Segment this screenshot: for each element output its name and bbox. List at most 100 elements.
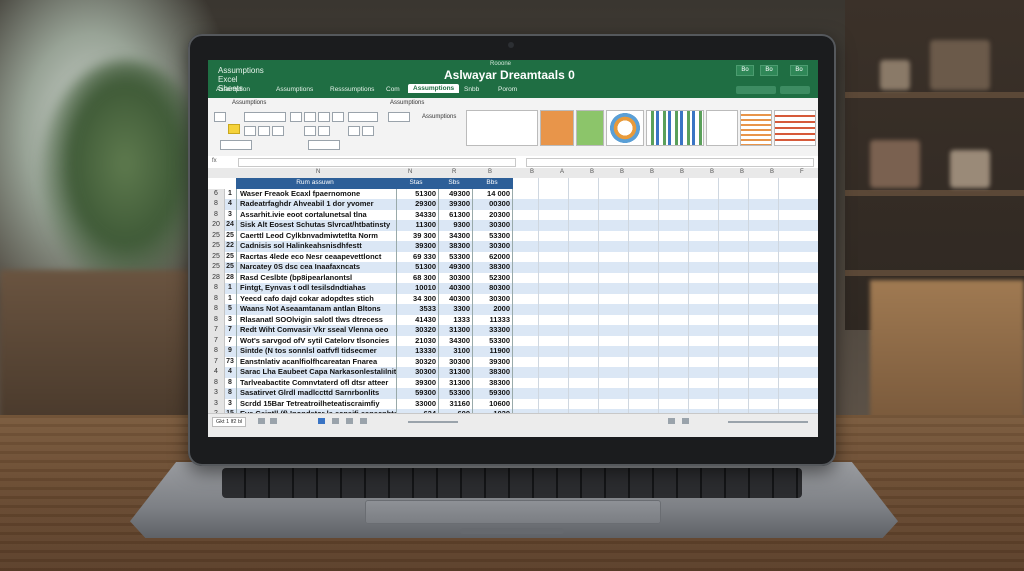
pie-chart-icon[interactable] <box>606 110 644 146</box>
column-header[interactable]: B <box>590 169 594 175</box>
cell-description[interactable]: Sisk Alt Eosest Schutas Slvrcat/htbatins… <box>237 220 397 231</box>
italic-icon[interactable] <box>258 126 270 136</box>
cell-value-2[interactable]: 53300 <box>438 388 473 399</box>
row-number[interactable]: 8 <box>208 346 225 357</box>
cell-description[interactable]: Wot's sarvgod ofV sytil Catelorv tlsonci… <box>237 335 397 346</box>
table-row[interactable]: 7 7 Redt Wiht Comvasir Vkr sseal Vlenna oe… <box>208 325 818 336</box>
cell-value-2[interactable]: 53300 <box>438 251 473 262</box>
column-header[interactable]: F <box>800 169 804 175</box>
row-number[interactable]: 25 <box>208 251 225 262</box>
border-icon[interactable] <box>304 126 316 136</box>
column-header[interactable]: B <box>710 169 714 175</box>
row-number[interactable]: 8 <box>208 377 225 388</box>
comments-button[interactable] <box>780 86 810 94</box>
cell-value-1[interactable]: 13330 <box>396 346 439 357</box>
row-number[interactable]: 25 <box>208 262 225 273</box>
cell-value-1[interactable]: 39300 <box>396 241 439 252</box>
add-sheet-icon[interactable] <box>360 418 367 424</box>
cell-value-3[interactable]: 59300 <box>472 388 513 399</box>
row-index[interactable]: 22 <box>224 241 237 252</box>
table-row[interactable]: 8 1 Yeecd cafo dajd cokar adopdtes stich 34… <box>208 293 818 304</box>
cell-value-2[interactable]: 31300 <box>438 377 473 388</box>
row-number[interactable]: 25 <box>208 241 225 252</box>
cell-value-1[interactable]: 41430 <box>396 314 439 325</box>
cell-value-3[interactable]: 20300 <box>472 209 513 220</box>
align-center-icon[interactable] <box>318 112 330 122</box>
cell-value-2[interactable]: 31300 <box>438 325 473 336</box>
data-bar-icon[interactable] <box>740 110 772 146</box>
cell-value-3[interactable]: 38300 <box>472 377 513 388</box>
cell-value-2[interactable]: 3300 <box>438 304 473 315</box>
row-number[interactable]: 8 <box>208 314 225 325</box>
tab-assumptions-active[interactable]: Assumptions <box>408 84 460 93</box>
cell-description[interactable]: Cadnisis sol Halinkeahsnisdhfestt <box>237 241 397 252</box>
cell-value-3[interactable]: 33300 <box>472 325 513 336</box>
font-select[interactable] <box>244 112 286 122</box>
cell-value-3[interactable]: 14 000 <box>472 188 513 199</box>
cell-value-2[interactable]: 34300 <box>438 230 473 241</box>
row-index[interactable]: 25 <box>224 230 237 241</box>
table-row[interactable]: 8 4 Radeatrfaghdr Ahveabil 1 dor yvomer 293… <box>208 199 818 210</box>
cell-value-2[interactable]: 39300 <box>438 199 473 210</box>
cell-value-2[interactable]: 30300 <box>438 272 473 283</box>
paste-icon[interactable] <box>214 112 226 122</box>
cell-value-3[interactable]: 2000 <box>472 304 513 315</box>
row-number[interactable]: 20 <box>208 220 225 231</box>
cell-value-3[interactable]: 53300 <box>472 335 513 346</box>
sheet-tab[interactable]: Gkt 1 lf2 bl <box>212 417 247 427</box>
table-style-gallery[interactable] <box>466 110 538 146</box>
row-number[interactable]: 3 <box>208 388 225 399</box>
cell-value-3[interactable]: 39300 <box>472 356 513 367</box>
row-index[interactable]: 28 <box>224 272 237 283</box>
row-index[interactable]: 73 <box>224 356 237 367</box>
table-row[interactable]: 8 5 Waans Not Aseaamtanam antlan Bltons 353… <box>208 304 818 315</box>
formula-input-extended[interactable] <box>526 158 814 167</box>
cell-description[interactable]: Assarhit.ivie eoot cortalunetsal tlna <box>237 209 397 220</box>
tab-com[interactable]: Com <box>386 86 400 93</box>
table-row[interactable]: 6 1 Waser Freaok Ecaxl fpaernomone 51300 493… <box>208 188 818 199</box>
cell-value-1[interactable]: 30300 <box>396 367 439 378</box>
row-index[interactable]: 7 <box>224 325 237 336</box>
fill-color-icon[interactable] <box>318 126 330 136</box>
cell-description[interactable]: Redt Wiht Comvasir Vkr sseal Vlenna oeo <box>237 325 397 336</box>
view-break-icon[interactable] <box>346 418 353 424</box>
row-index[interactable]: 4 <box>224 367 237 378</box>
cell-description[interactable]: Racrtas 4lede eco Nesr ceaapevettlonct <box>237 251 397 262</box>
table-row[interactable]: 8 3 Assarhit.ivie eoot cortalunetsal tlna 3… <box>208 209 818 220</box>
underline-icon[interactable] <box>272 126 284 136</box>
cell-description[interactable]: Waser Freaok Ecaxl fpaernomone <box>237 188 397 199</box>
row-index[interactable]: 4 <box>224 199 237 210</box>
column-header[interactable]: N <box>408 169 412 175</box>
sheet-nav-icon[interactable] <box>270 418 277 424</box>
row-index[interactable]: 3 <box>224 398 237 409</box>
align-right-icon[interactable] <box>332 112 344 122</box>
tab-assumptions[interactable]: Assumptions <box>276 86 313 93</box>
cell-description[interactable]: Radeatrfaghdr Ahveabil 1 dor yvomer <box>237 199 397 210</box>
row-index[interactable]: 3 <box>224 209 237 220</box>
formula-input[interactable] <box>238 158 516 167</box>
cell-value-2[interactable]: 9300 <box>438 220 473 231</box>
sheet-nav-icon[interactable] <box>258 418 265 424</box>
cell-value-3[interactable]: 11333 <box>472 314 513 325</box>
cell-value-3[interactable]: 30300 <box>472 293 513 304</box>
table-row[interactable]: 20 24 Sisk Alt Eosest Schutas Slvrcat/htba… <box>208 220 818 231</box>
tab-assumption[interactable]: Assumption <box>216 86 250 93</box>
row-index[interactable]: 8 <box>224 377 237 388</box>
cell-value-3[interactable]: 38300 <box>472 262 513 273</box>
share-button[interactable] <box>736 86 776 94</box>
cell-value-1[interactable]: 29300 <box>396 199 439 210</box>
column-header[interactable]: B <box>770 169 774 175</box>
row-number[interactable]: 28 <box>208 272 225 283</box>
table-row[interactable]: 8 3 Rlasanatl SOOlvigin salotl tlws dtrece… <box>208 314 818 325</box>
row-number[interactable]: 8 <box>208 304 225 315</box>
cell-description[interactable]: Yeecd cafo dajd cokar adopdtes stich <box>237 293 397 304</box>
cell-value-2[interactable]: 34300 <box>438 335 473 346</box>
row-index[interactable]: 5 <box>224 304 237 315</box>
cell-description[interactable]: Fintgt, Eynvas t odl tesilsdndtiahas <box>237 283 397 294</box>
row-number[interactable]: 6 <box>208 188 225 199</box>
close-button[interactable]: Bo <box>790 65 808 76</box>
cell-value-1[interactable]: 34 300 <box>396 293 439 304</box>
row-number[interactable]: 8 <box>208 293 225 304</box>
clipboard-group[interactable] <box>220 140 252 150</box>
cell-value-2[interactable]: 30300 <box>438 356 473 367</box>
